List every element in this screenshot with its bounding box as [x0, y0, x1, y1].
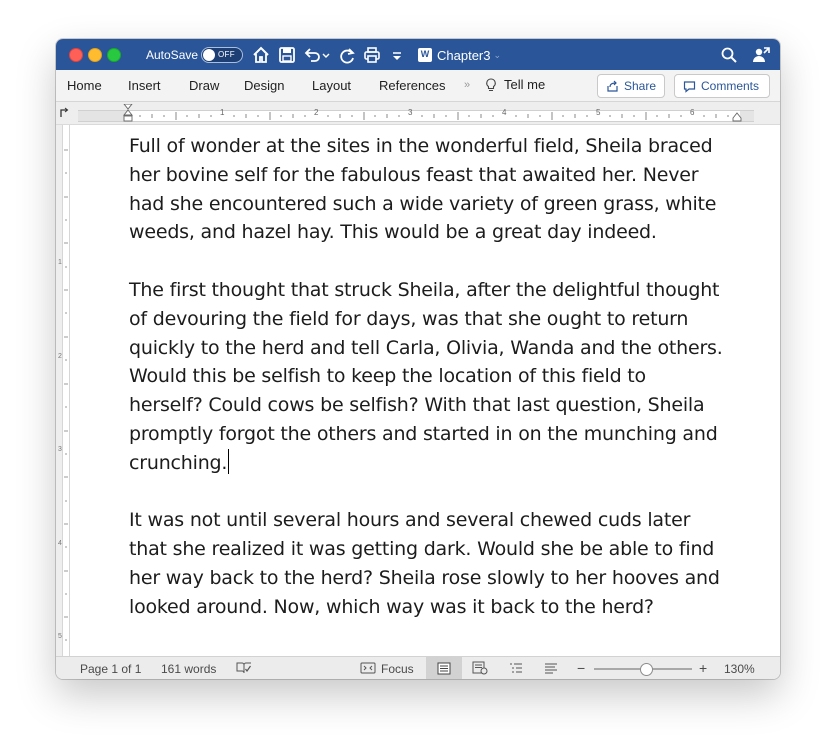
page-count[interactable]: Page 1 of 1: [80, 662, 141, 676]
customize-toolbar-icon[interactable]: [390, 45, 404, 65]
chevron-down-icon: ⌄: [493, 49, 502, 60]
print-layout-view-button[interactable]: [426, 657, 462, 679]
ribbon-tabs: Home Insert Draw Design Layout Reference…: [56, 70, 780, 102]
vertical-ruler-number: 4: [58, 540, 62, 547]
vertical-ruler: 1 2 3 4 5: [56, 125, 70, 657]
autosave-state: OFF: [218, 50, 235, 59]
title-bar: AutoSave OFF W Chapter3 ⌄: [56, 39, 780, 70]
comments-button[interactable]: Comments: [674, 74, 770, 98]
zoom-percentage[interactable]: 130%: [724, 662, 755, 676]
ruler-track[interactable]: 1 2 3 4 5 6: [78, 108, 754, 122]
vertical-ruler-track[interactable]: [62, 125, 70, 657]
vertical-ruler-number: 2: [58, 353, 62, 360]
tab-references[interactable]: References: [379, 78, 445, 93]
vertical-ruler-number: 5: [58, 633, 62, 640]
fullscreen-window-button[interactable]: [107, 48, 121, 62]
autosave-label: AutoSave: [146, 48, 199, 62]
horizontal-ruler: 1 2 3 4 5 6: [56, 102, 780, 125]
share-icon: [607, 80, 618, 92]
tab-stop-selector[interactable]: [58, 105, 70, 119]
share-label: Share: [624, 79, 657, 93]
word-doc-icon: W: [418, 48, 432, 62]
ruler-ticks: [139, 112, 729, 120]
draft-view-icon[interactable]: [543, 661, 559, 675]
vertical-ruler-ticks: [64, 149, 68, 641]
tab-draw[interactable]: Draw: [189, 78, 219, 93]
ruler-number: 2: [314, 108, 319, 117]
comment-icon: [683, 80, 696, 93]
zoom-out-button[interactable]: −: [577, 660, 585, 676]
focus-label[interactable]: Focus: [381, 662, 414, 676]
document-canvas[interactable]: Full of wonder at the sites in the wonde…: [71, 125, 780, 657]
word-count[interactable]: 161 words: [161, 662, 216, 676]
right-indent-marker-icon[interactable]: [732, 112, 742, 122]
tab-home[interactable]: Home: [67, 78, 102, 93]
close-window-button[interactable]: [69, 48, 83, 62]
search-icon[interactable]: [719, 45, 739, 65]
paragraph-with-cursor[interactable]: The first thought that struck Sheila, af…: [129, 276, 749, 478]
ruler-number: 6: [690, 108, 695, 117]
document-body[interactable]: Full of wonder at the sites in the wonde…: [129, 132, 749, 650]
document-title[interactable]: W Chapter3 ⌄: [418, 46, 501, 64]
tab-layout[interactable]: Layout: [312, 78, 351, 93]
tell-me-search[interactable]: Tell me: [485, 77, 545, 92]
vertical-ruler-number: 3: [58, 446, 62, 453]
share-button[interactable]: Share: [597, 74, 665, 98]
home-icon[interactable]: [251, 45, 271, 65]
paragraph[interactable]: Full of wonder at the sites in the wonde…: [129, 132, 749, 247]
indent-marker-icon[interactable]: [123, 104, 133, 124]
ruler-number: 4: [502, 108, 507, 117]
share-person-icon[interactable]: [751, 45, 771, 65]
minimize-window-button[interactable]: [88, 48, 102, 62]
undo-icon[interactable]: [302, 45, 332, 65]
vertical-ruler-number: 1: [58, 259, 62, 266]
status-bar: Page 1 of 1 161 words Focus − + 130%: [56, 656, 780, 679]
zoom-slider[interactable]: [594, 663, 692, 676]
toggle-knob: [203, 49, 215, 61]
redo-icon[interactable]: [337, 45, 357, 65]
word-window: AutoSave OFF W Chapter3 ⌄ Home Insert Dr…: [56, 39, 780, 679]
zoom-slider-thumb[interactable]: [639, 663, 653, 676]
ruler-number: 5: [596, 108, 601, 117]
more-tabs-icon[interactable]: »: [464, 79, 470, 91]
document-title-text: Chapter3: [437, 47, 491, 63]
zoom-slider-fill: [594, 668, 646, 670]
print-layout-icon: [437, 662, 451, 675]
tab-design[interactable]: Design: [244, 78, 284, 93]
ruler-number: 3: [408, 108, 413, 117]
focus-icon[interactable]: [360, 661, 376, 675]
paragraph-text: The first thought that struck Sheila, af…: [129, 278, 723, 474]
comments-label: Comments: [701, 79, 760, 93]
ruler-number: 1: [220, 108, 225, 117]
tell-me-label: Tell me: [504, 77, 546, 92]
zoom-in-button[interactable]: +: [699, 660, 707, 676]
proofing-icon[interactable]: [236, 661, 252, 675]
web-layout-icon[interactable]: [472, 661, 488, 675]
lightbulb-icon: [486, 77, 496, 91]
autosave-toggle[interactable]: OFF: [201, 47, 243, 63]
save-icon[interactable]: [277, 45, 297, 65]
tab-insert[interactable]: Insert: [128, 78, 161, 93]
text-cursor: [228, 448, 230, 474]
outline-view-icon[interactable]: [508, 661, 524, 675]
print-icon[interactable]: [362, 45, 382, 65]
paragraph[interactable]: It was not until several hours and sever…: [129, 506, 749, 621]
